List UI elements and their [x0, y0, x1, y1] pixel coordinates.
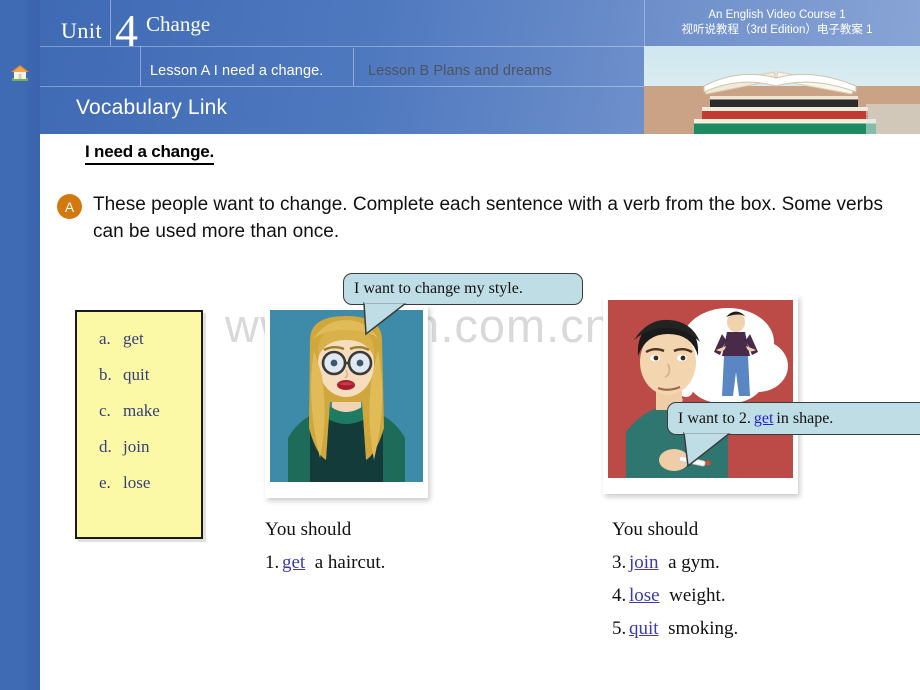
course-title-block: An English Video Course 1 视听说教程（3rd Edit… — [642, 8, 912, 38]
answer-1-rest: a haircut. — [314, 552, 386, 573]
answer-3-rest: a gym. — [668, 552, 720, 573]
unit-word: Unit — [61, 18, 103, 43]
bubble-shape-pre: I want to 2. — [678, 409, 751, 427]
verb-item-a: a. get — [99, 329, 144, 349]
verb-item-d: d. join — [99, 437, 149, 457]
answer-1-number: 1. — [265, 552, 280, 573]
verb-word-d: join — [123, 437, 150, 456]
answers-left-lead: You should — [265, 519, 352, 540]
verb-letter-c: c. — [99, 401, 111, 420]
answers-right-lead: You should — [612, 519, 699, 540]
header-vrule-1 — [110, 0, 111, 46]
answer-5-word[interactable]: quit — [629, 618, 659, 639]
verb-word-e: lose — [123, 473, 151, 492]
answer-row-4: 4. lose weight. — [612, 579, 738, 612]
slide-content: I need a change. A These people want to … — [40, 134, 920, 690]
verb-item-e: e. lose — [99, 473, 150, 493]
speech-bubble-style-tail — [363, 302, 409, 336]
answer-row-5: 5. quit smoking. — [612, 612, 738, 645]
answer-row-3: 3. join a gym. — [612, 546, 738, 579]
answer-3-number: 3. — [612, 552, 627, 573]
answer-4-number: 4. — [612, 585, 627, 606]
tab-lesson-a[interactable]: Lesson A I need a change. — [150, 56, 355, 86]
verb-item-b: b. quit — [99, 365, 149, 385]
answer-1-word[interactable]: get — [282, 552, 305, 573]
verb-word-box: a. get b. quit c. make d. join e. lose — [75, 310, 203, 539]
answer-3-word[interactable]: join — [629, 552, 659, 573]
section-title: Vocabulary Link — [76, 96, 228, 119]
verb-word-c: make — [123, 401, 160, 420]
unit-title: Change — [146, 12, 211, 36]
page-header: Unit 4 Change Lesson A I need a change. … — [40, 0, 920, 134]
speech-bubble-style: I want to change my style. — [343, 273, 583, 305]
answer-4-word[interactable]: lose — [629, 585, 660, 606]
verb-letter-e: e. — [99, 473, 111, 492]
speech-bubble-shape: I want to 2. get in shape. — [667, 402, 920, 435]
bubble-style-text: I want to change my style. — [354, 280, 523, 297]
answer-4-rest: weight. — [669, 585, 726, 606]
answer-5-rest: smoking. — [668, 618, 739, 639]
exercise-instruction: These people want to change. Complete ea… — [93, 194, 884, 242]
left-sidebar-rail — [0, 0, 40, 690]
verb-letter-b: b. — [99, 365, 112, 384]
course-title-en: An English Video Course 1 — [708, 9, 846, 21]
bubble-shape-answer[interactable]: get — [751, 410, 777, 428]
verb-item-c: c. make — [99, 401, 160, 421]
home-icon[interactable] — [10, 64, 30, 82]
bubble-shape-post: in shape. — [776, 409, 834, 427]
verb-word-b: quit — [123, 365, 150, 384]
tab-lesson-a-label: Lesson A I need a change. — [150, 63, 324, 79]
exercise-badge-a: A — [57, 194, 82, 219]
header-vrule-2 — [140, 46, 141, 86]
answers-column-right: You should 3. join a gym. 4. lose weight. … — [612, 513, 738, 645]
verb-letter-a: a. — [99, 329, 111, 348]
stack-of-books-photo — [644, 46, 920, 134]
lesson-heading: I need a change. — [85, 142, 214, 165]
answer-5-number: 5. — [612, 618, 627, 639]
tab-lesson-b-label: Lesson B Plans and dreams — [368, 63, 552, 79]
answer-row-1: 1. get a haircut. — [265, 546, 385, 579]
unit-number: 4 — [115, 5, 138, 56]
verb-word-a: get — [123, 329, 144, 348]
tab-lesson-b[interactable]: Lesson B Plans and dreams — [368, 56, 648, 86]
verb-letter-d: d. — [99, 437, 112, 456]
course-title-cn: 视听说教程（3rd Edition）电子教案 1 — [681, 24, 873, 36]
speech-bubble-shape-tail — [683, 432, 733, 468]
answers-column-left: You should 1. get a haircut. — [265, 513, 385, 579]
